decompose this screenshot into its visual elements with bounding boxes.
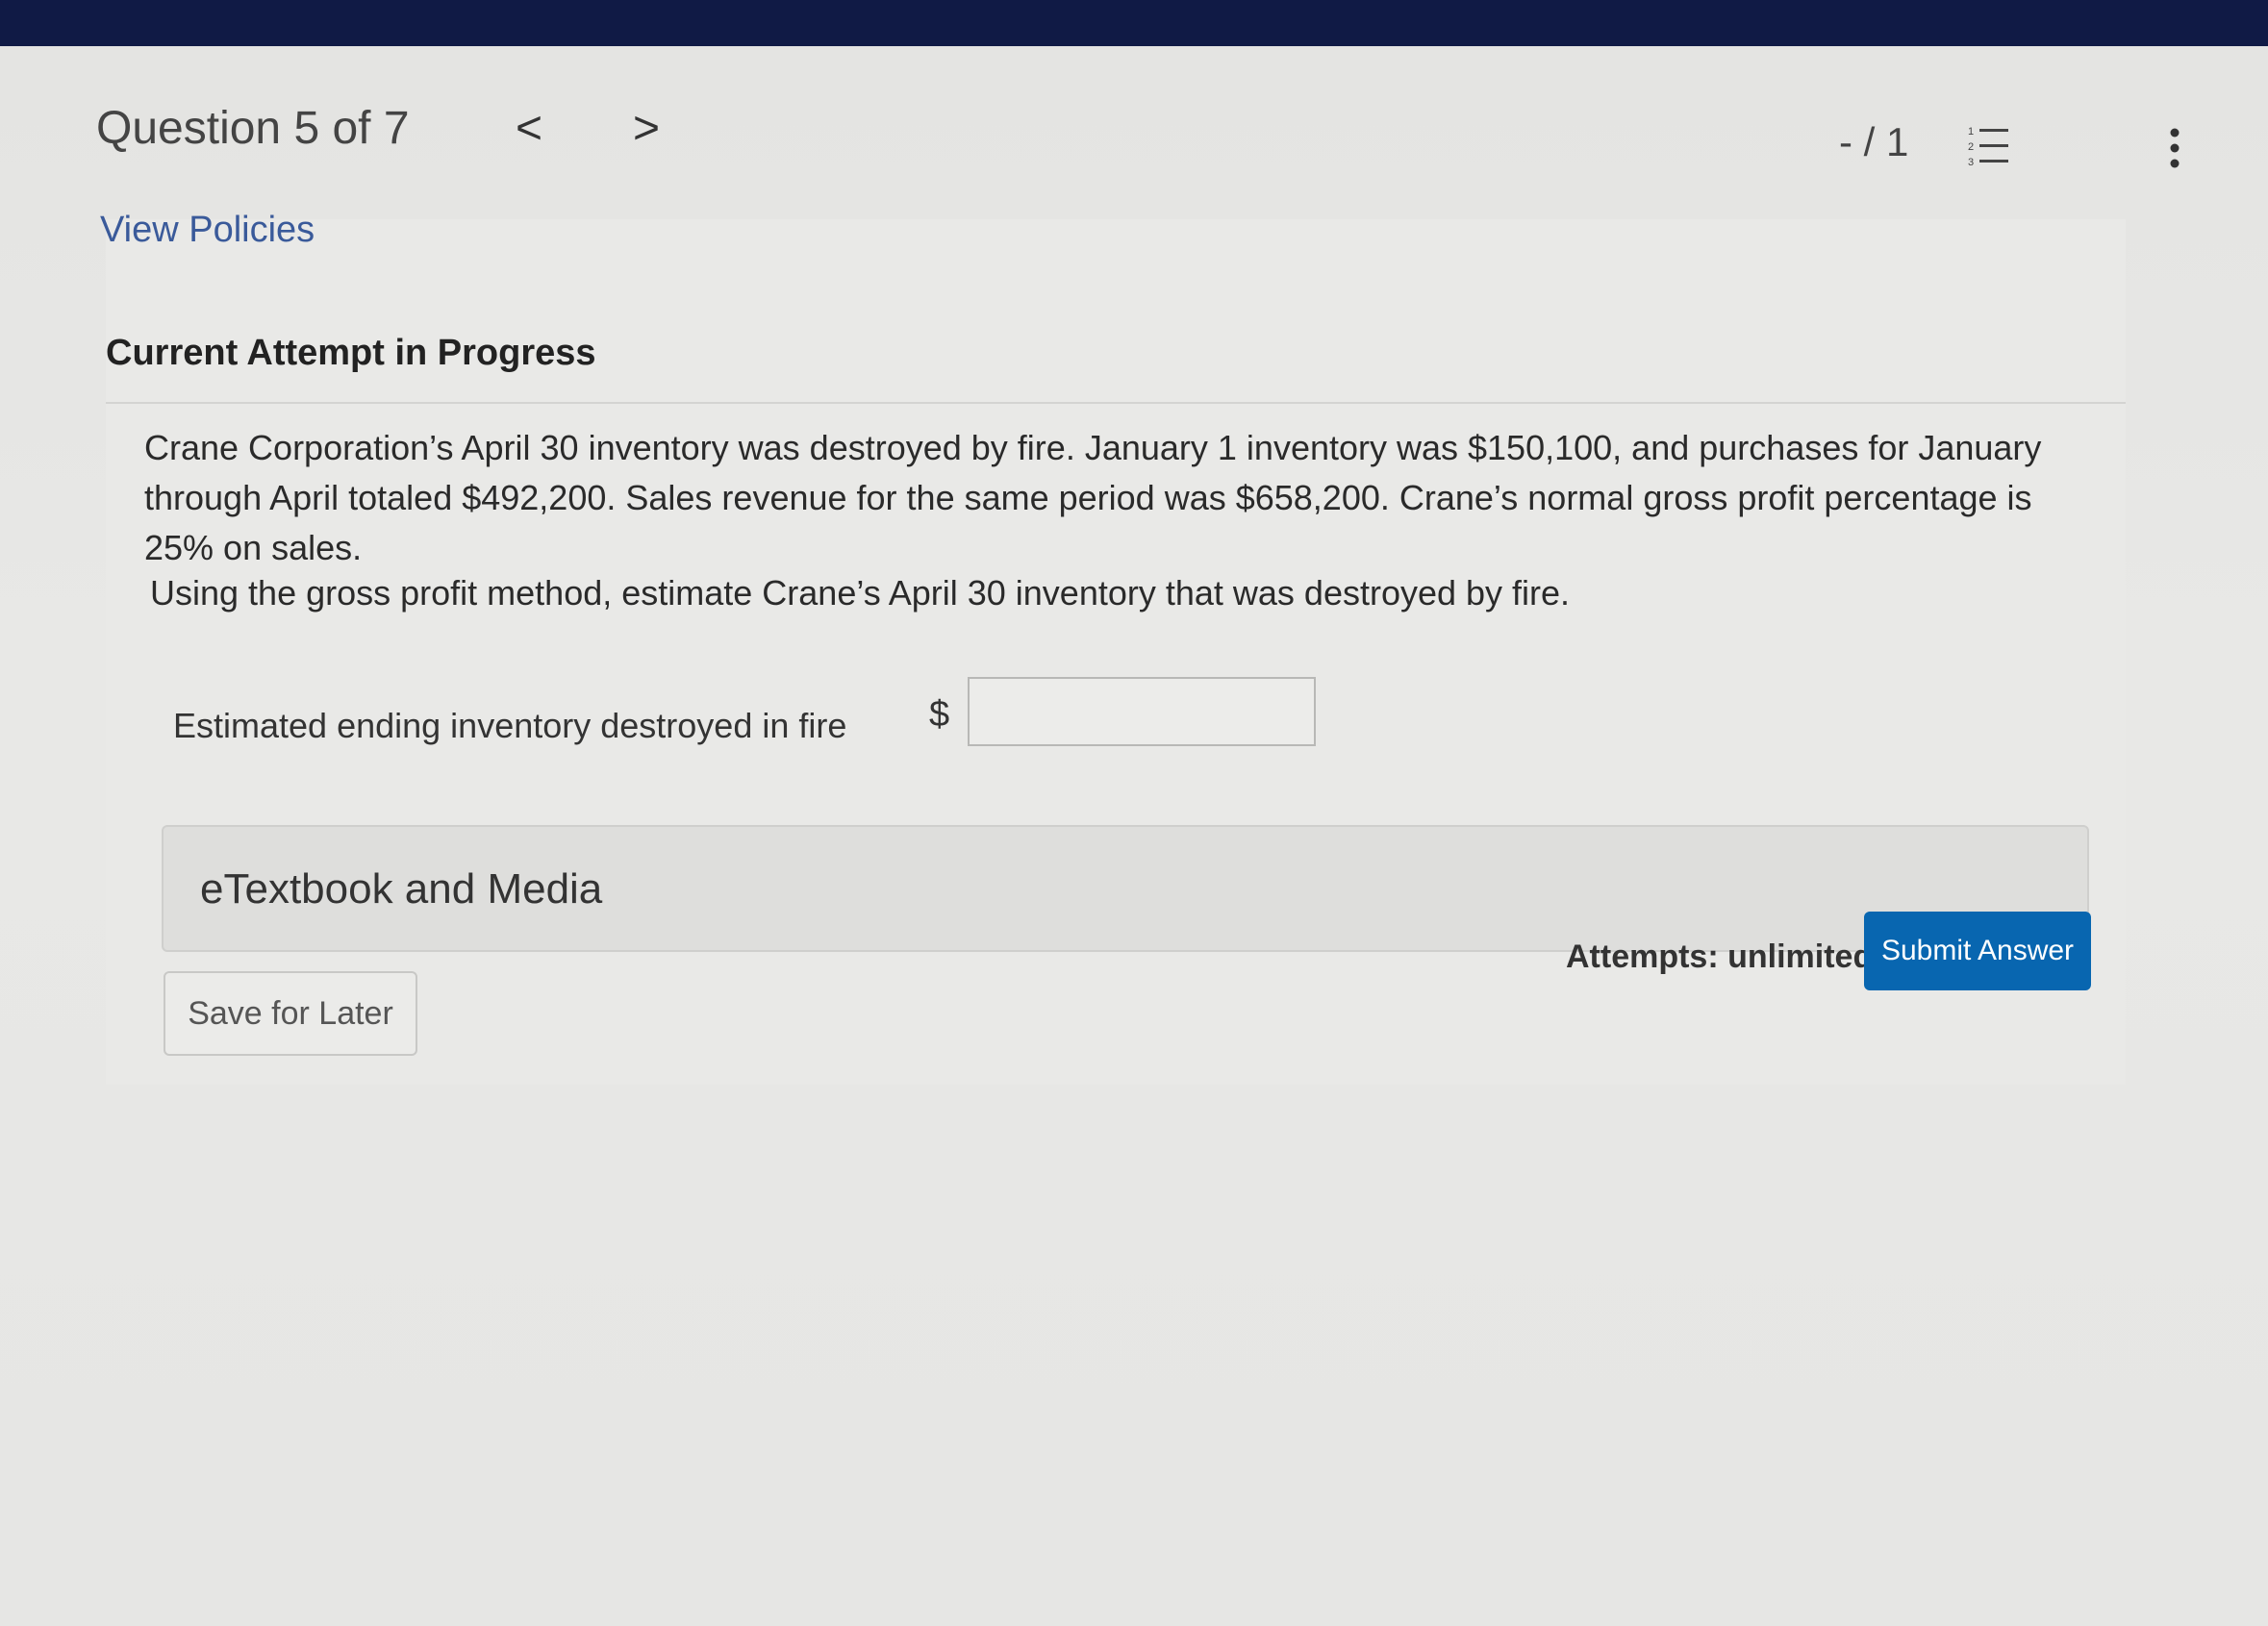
svg-text:3: 3 [1968, 157, 1974, 168]
problem-text: Crane Corporation’s April 30 inventory w… [144, 428, 2042, 567]
svg-text:2: 2 [1968, 141, 1974, 153]
attempts-remaining: Attempts: unlimited [1566, 938, 1874, 975]
section-divider [106, 402, 2126, 404]
svg-text:1: 1 [1968, 126, 1974, 138]
question-header: Question 5 of 7 < > - / 1 1 2 3 [96, 96, 2180, 173]
currency-symbol: $ [929, 694, 950, 735]
attempt-heading: Current Attempt in Progress [106, 333, 596, 373]
question-counter: Question 5 of 7 [96, 103, 410, 154]
instruction-text: Using the gross profit method, estimate … [150, 573, 1571, 613]
numbered-list-icon[interactable]: 1 2 3 [1968, 123, 2016, 169]
etextbook-media-section[interactable]: eTextbook and Media [162, 825, 2089, 952]
kebab-menu-icon[interactable] [2160, 125, 2189, 171]
question-score: - / 1 [1839, 119, 1909, 164]
previous-question-button[interactable]: < [510, 102, 548, 155]
next-question-button[interactable]: > [627, 102, 666, 155]
view-policies-link[interactable]: View Policies [100, 210, 315, 251]
save-for-later-button[interactable]: Save for Later [164, 971, 417, 1056]
etextbook-media-label: eTextbook and Media [200, 865, 603, 913]
ending-inventory-input[interactable] [968, 677, 1316, 746]
submit-answer-button[interactable]: Submit Answer [1864, 912, 2091, 990]
answer-label: Estimated ending inventory destroyed in … [173, 706, 847, 745]
